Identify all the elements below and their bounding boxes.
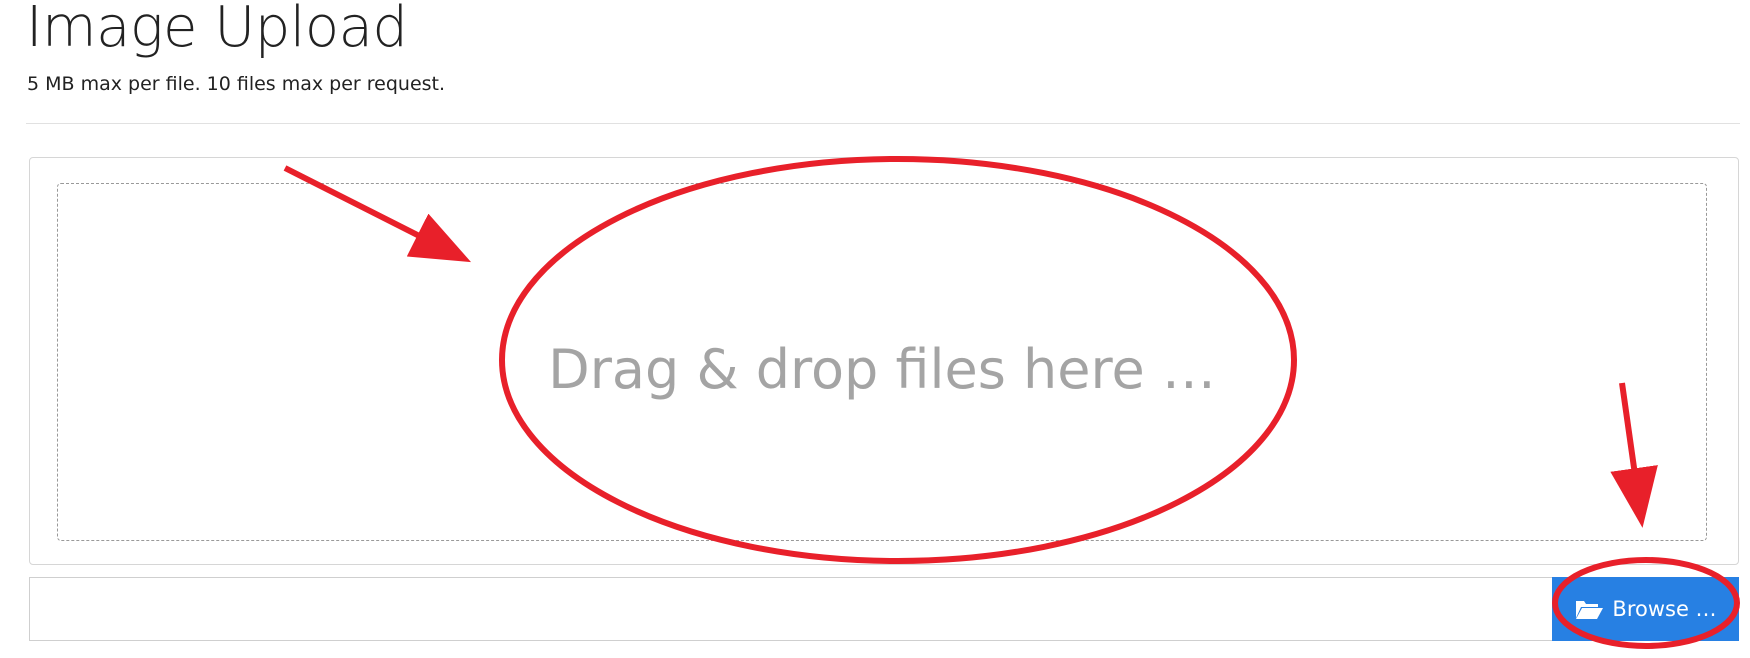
drop-zone[interactable]: Drag & drop files here …: [57, 183, 1707, 541]
drop-zone-text: Drag & drop files here …: [548, 338, 1216, 401]
file-caption-field[interactable]: [29, 577, 1553, 641]
page-title: Image Upload: [26, 0, 408, 60]
browse-button-label: Browse …: [1612, 597, 1717, 621]
folder-open-icon: [1574, 597, 1604, 621]
upload-limits-text: 5 MB max per file. 10 files max per requ…: [27, 73, 446, 95]
image-upload-page: Image Upload 5 MB max per file. 10 files…: [0, 0, 1750, 658]
header-divider: [26, 123, 1740, 124]
browse-button[interactable]: Browse …: [1552, 577, 1739, 641]
